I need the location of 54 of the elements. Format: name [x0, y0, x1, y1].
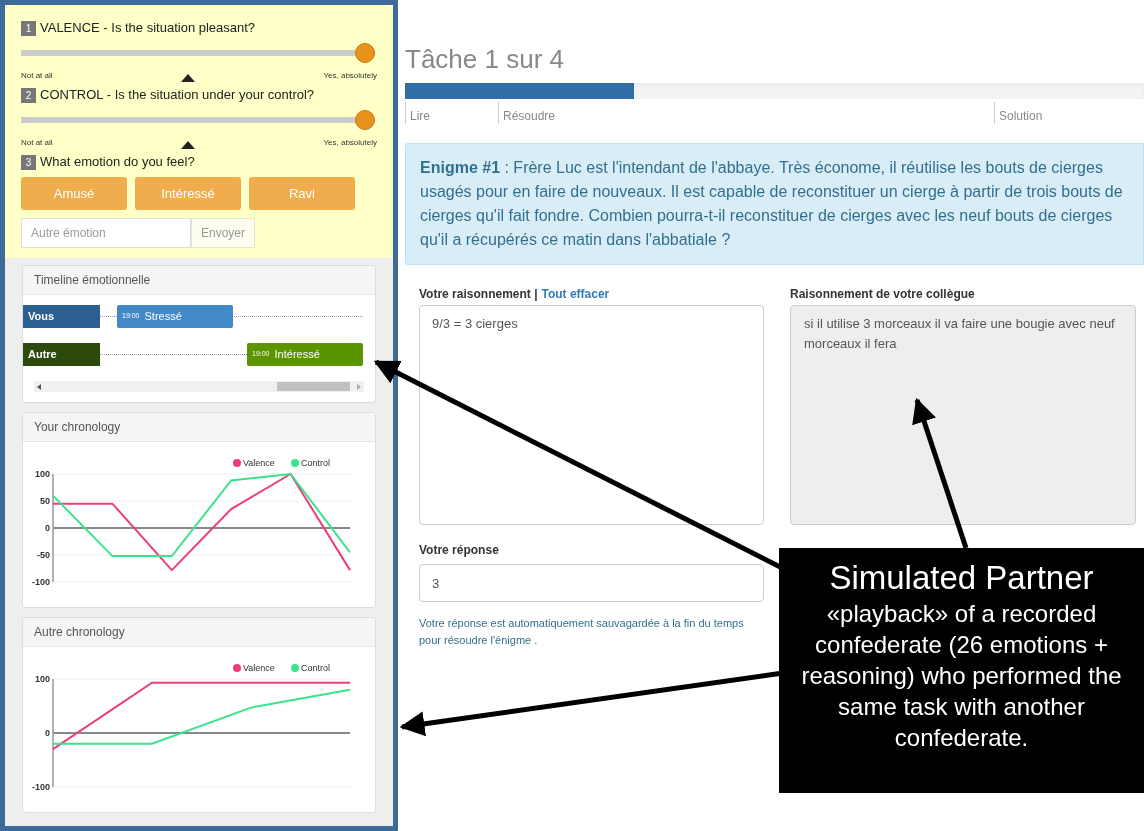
card-header: Timeline émotionnelle: [23, 266, 375, 295]
clear-all-link[interactable]: Tout effacer: [541, 285, 610, 301]
timeline-row-label: Autre: [23, 343, 100, 366]
step-label: Solution: [994, 102, 1144, 124]
slider-max-label: Yes, absolutely: [323, 137, 377, 149]
question-label: What emotion do you feel?: [40, 153, 195, 172]
axis-tick-label: 0: [45, 728, 50, 738]
midpoint-marker-icon: [181, 74, 195, 82]
card-header: Autre chronology: [23, 618, 375, 647]
axis-tick-label: -100: [32, 782, 50, 792]
reasoning-field[interactable]: 9/3 = 3 cierges: [419, 305, 764, 525]
task-title: Tâche 1 sur 4: [405, 43, 565, 76]
emotion-button[interactable]: Amusé: [21, 177, 127, 210]
axis-tick-label: 100: [34, 674, 50, 684]
slider-min-label: Not at all: [21, 137, 53, 149]
timeline-row-label: Vous: [23, 305, 100, 328]
other-emotion-field[interactable]: Autre émotion: [21, 218, 191, 248]
autosave-note: Votre réponse est automatiquement sauvagardée à la fin du temps pour résoudre l'énigme .: [419, 616, 745, 648]
callout-title: Simulated Partner: [829, 558, 1094, 598]
question-number: 3: [21, 154, 36, 170]
emotion-button[interactable]: Ravi: [249, 177, 355, 210]
card-header: Your chronology: [23, 413, 375, 442]
slider-thumb[interactable]: [355, 43, 375, 63]
question-label: VALENCE - Is the situation pleasant?: [40, 19, 256, 38]
slider-max-label: Yes, absolutely: [323, 70, 377, 82]
reasoning-label: Votre raisonnement |: [419, 286, 538, 301]
riddle-text: Enigme #1 : Frère Luc est l'intendant de l'abbaye. Très économe, il réutilise les bouts de cierges usagés pour en faire de nouveaux. Il est capable de reconstituer un cierge à partir de trois bouts de cierges qu'il fait fondre. Combien pourra-t-il reconstituer de cierges avec les neuf bouts de cierges qu'il a récupérés ce matin dans l'abbatiale ?: [405, 143, 1144, 265]
slider-min-label: Not at all: [21, 70, 53, 82]
partner-reasoning-label: Raisonnement de votre collègue: [790, 286, 976, 301]
question-number: 2: [21, 87, 36, 103]
slider-thumb[interactable]: [355, 110, 375, 130]
step-label: Lire: [405, 102, 498, 124]
axis-tick-label: 0: [45, 523, 50, 533]
legend-label: Valence: [243, 458, 275, 468]
axis-tick-label: -100: [32, 577, 50, 587]
callout-text: «playback» of a recorded confederate (26 emotions + reasoning) who performed the same task with another confederate.: [800, 599, 1123, 753]
scroll-right-icon[interactable]: [357, 383, 361, 390]
partner-reasoning-field: si il utilise 3 morceaux il va faire une bougie avec neuf morceaux il fera: [790, 305, 1136, 525]
question-label: CONTROL - Is the situation under your control?: [40, 86, 315, 105]
legend-label: Control: [301, 458, 331, 468]
answer-field[interactable]: 3: [419, 564, 764, 602]
answer-label: Votre réponse: [419, 542, 500, 559]
emotion-button[interactable]: Intéressé: [135, 177, 241, 210]
legend-label: Control: [301, 663, 331, 673]
step-label: Résoudre: [498, 102, 994, 124]
send-button[interactable]: Envoyer: [191, 218, 256, 248]
axis-tick-label: 50: [40, 496, 50, 506]
legend-label: Valence: [243, 663, 275, 673]
midpoint-marker-icon: [181, 141, 195, 149]
horizontal-scrollbar[interactable]: [34, 381, 364, 392]
scroll-left-icon[interactable]: [37, 383, 41, 390]
axis-tick-label: -50: [37, 550, 50, 560]
question-number: 1: [21, 20, 36, 36]
axis-tick-label: 100: [34, 469, 50, 479]
